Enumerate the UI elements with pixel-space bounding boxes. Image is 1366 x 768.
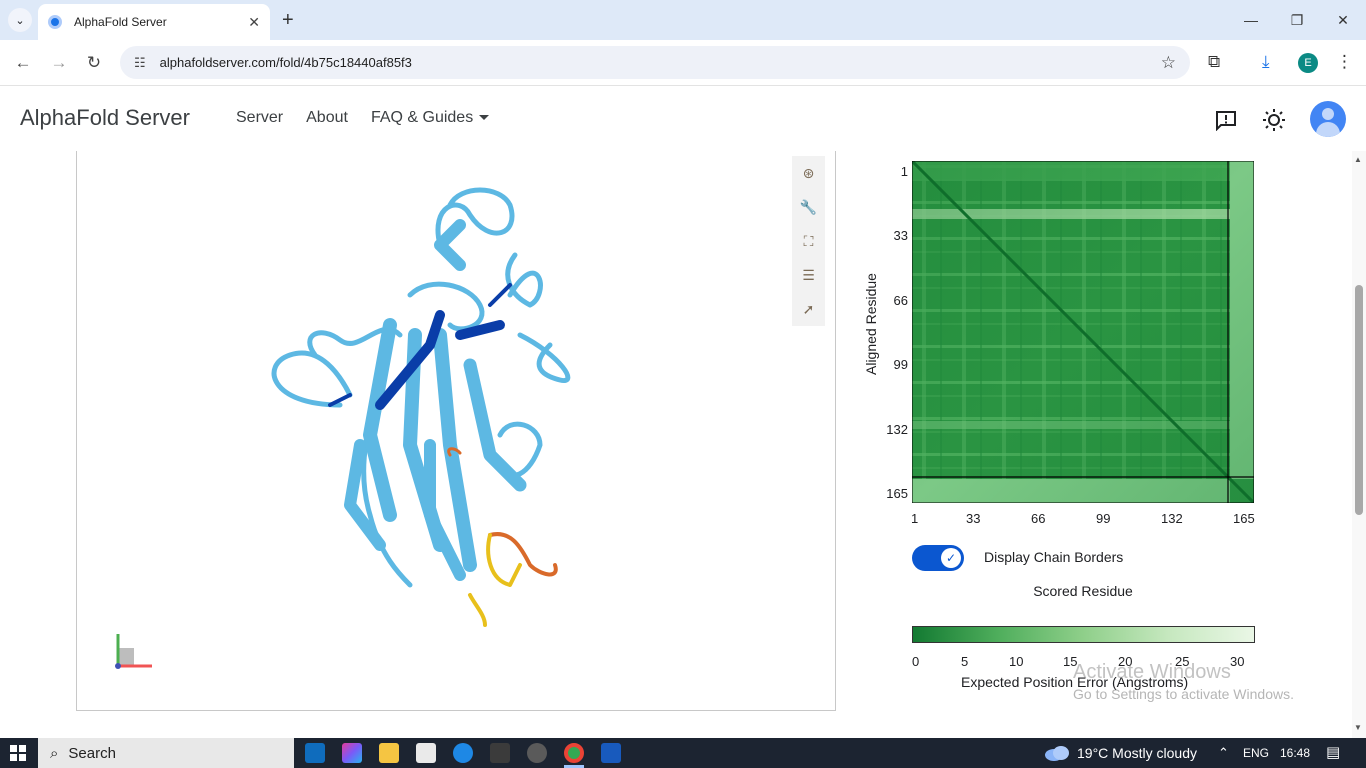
bookmark-star-icon[interactable]: ☆ [1161,53,1176,73]
weather-cloud-icon [1045,746,1069,761]
pae-heatmap[interactable] [912,161,1254,503]
tray-chevron-up-icon[interactable]: ⌃ [1218,745,1229,761]
taskbar-search-label: Search [68,744,116,762]
x-tick: 99 [1096,511,1111,526]
activate-windows-hint: Go to Settings to activate Windows. [1073,686,1294,702]
copilot-icon[interactable] [342,743,362,763]
alphafold-favicon-icon [48,15,62,29]
tab-title: AlphaFold Server [74,15,167,29]
pae-x-axis-label: Scored Residue [1033,583,1133,599]
cursor-select-icon[interactable]: ➚ [792,292,825,326]
window-controls: — ❐ ✕ [1228,0,1366,40]
tab-search-chevron-icon[interactable]: ⌄ [8,8,32,32]
reload-icon[interactable]: ↻ [83,52,105,74]
legend-tick: 0 [912,654,920,669]
url-text[interactable]: alphafoldserver.com/fold/4b75c18440af85f… [160,55,1161,70]
nav-faq-label: FAQ & Guides [370,109,474,126]
scroll-up-arrow-icon[interactable]: ▲ [1354,155,1362,164]
profile-avatar[interactable]: E [1298,53,1318,73]
settings-gear-icon[interactable] [527,743,547,763]
x-tick: 132 [1161,511,1183,526]
nav-faq-guides[interactable]: FAQ & Guides [370,109,490,127]
page-scrollbar[interactable]: ▲ ▼ [1352,151,1366,738]
windows-taskbar: ⌕ Search 19°C Mostly cloudy ⌃ ENG 16:48 … [0,738,1366,768]
clock[interactable]: 16:48 [1280,746,1310,760]
edge-icon[interactable] [453,743,473,763]
y-tick: 66 [893,293,908,308]
axes-gizmo-icon [115,634,152,669]
scroll-thumb[interactable] [1355,285,1363,515]
theme-sun-icon[interactable] [1261,107,1287,133]
site-info-icon[interactable]: ☷ [134,55,146,71]
legend-tick: 5 [961,654,969,669]
weather-text[interactable]: 19°C Mostly cloudy [1077,745,1197,761]
pae-y-axis-label: Aligned Residue [863,273,879,375]
wrench-icon[interactable]: 🔧 [792,190,825,224]
feedback-icon[interactable] [1213,107,1239,133]
browser-toolbar: ← → ↻ ☷ alphafoldserver.com/fold/4b75c18… [0,40,1366,86]
pae-color-legend [912,626,1255,643]
outlook-icon[interactable] [305,743,325,763]
new-tab-plus-icon[interactable]: + [282,8,294,32]
nav-server[interactable]: Server [236,109,283,127]
x-tick: 1 [911,511,919,526]
close-tab-icon[interactable]: ✕ [248,14,260,31]
search-icon: ⌕ [50,744,59,762]
x-tick: 33 [966,511,981,526]
taskbar-search-box[interactable]: ⌕ Search [38,738,294,768]
forward-arrow-icon[interactable]: → [48,52,70,74]
scroll-down-arrow-icon[interactable]: ▼ [1354,723,1362,732]
protein-cartoon[interactable] [260,185,580,635]
y-tick: 99 [893,357,908,372]
browser-tabstrip: ⌄ AlphaFold Server ✕ + — ❐ ✕ [0,0,1366,40]
file-explorer-icon[interactable] [379,743,399,763]
kebab-menu-icon[interactable]: ⋮ [1336,52,1353,72]
activate-windows-watermark: Activate Windows [1073,661,1231,683]
minimize-icon[interactable]: — [1228,0,1274,40]
y-tick: 132 [886,422,908,437]
brand-logo-text[interactable]: AlphaFold Server [20,105,190,131]
x-tick: 66 [1031,511,1046,526]
restore-icon[interactable]: ❐ [1274,0,1320,40]
site-header: AlphaFold Server Server About FAQ & Guid… [0,87,1366,151]
chrome-icon[interactable] [564,743,584,763]
x-tick: 165 [1233,511,1255,526]
y-tick: 165 [886,486,908,501]
address-bar[interactable]: ☷ alphafoldserver.com/fold/4b75c18440af8… [120,46,1190,79]
word-icon[interactable] [601,743,621,763]
browser-tab[interactable]: AlphaFold Server ✕ [38,4,270,40]
chain-borders-toggle[interactable]: ✓ [912,545,964,571]
gemini-sparkle-icon[interactable] [490,743,510,763]
fullscreen-icon[interactable]: ⛶ [792,224,825,258]
y-tick: 1 [900,164,908,179]
language-indicator[interactable]: ENG [1243,746,1269,760]
dropdown-caret-icon [479,115,490,121]
back-arrow-icon[interactable]: ← [12,52,34,74]
viewer-toolbar: ⊛ 🔧 ⛶ ☰ ➚ [792,156,825,326]
download-icon[interactable]: ⤓ [1262,52,1270,72]
check-icon: ✓ [941,548,961,568]
windows-start-icon[interactable] [10,745,26,761]
legend-tick: 30 [1230,654,1245,669]
legend-tick: 10 [1009,654,1024,669]
microsoft-store-icon[interactable] [416,743,436,763]
main-nav: Server About FAQ & Guides [236,109,512,127]
nav-about[interactable]: About [306,109,348,127]
user-avatar[interactable] [1310,101,1346,137]
notifications-icon[interactable]: ▤ [1326,743,1340,761]
extensions-puzzle-icon[interactable]: ⧉ [1208,52,1220,72]
chain-borders-label: Display Chain Borders [984,549,1124,565]
y-tick: 33 [893,228,908,243]
screenshot-aperture-icon[interactable]: ⊛ [792,156,825,190]
close-window-icon[interactable]: ✕ [1320,0,1366,40]
settings-sliders-icon[interactable]: ☰ [792,258,825,292]
